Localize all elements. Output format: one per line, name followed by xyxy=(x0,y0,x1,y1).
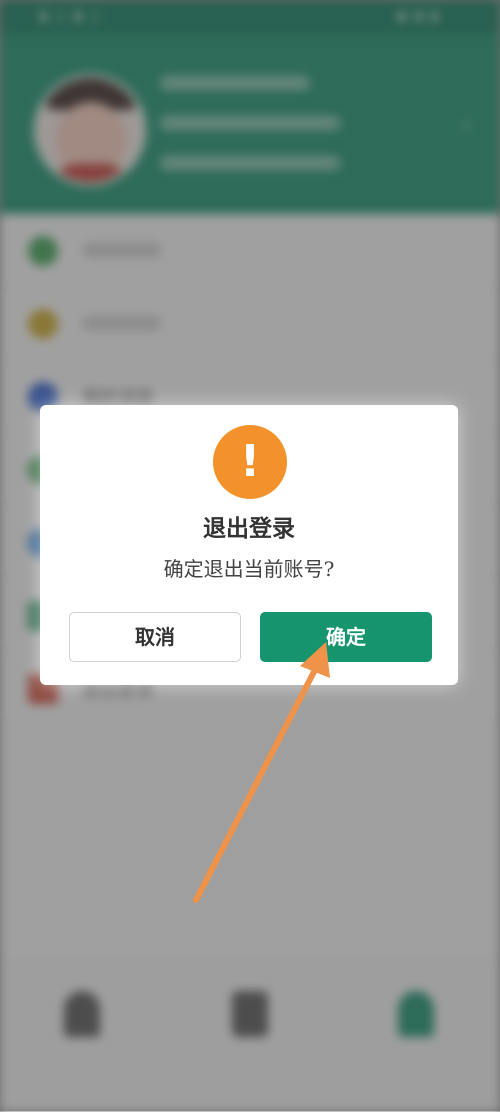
confirm-button[interactable]: 确定 xyxy=(260,612,432,662)
dialog-title: 退出登录 xyxy=(203,515,295,542)
cancel-button[interactable]: 取消 xyxy=(69,612,241,662)
logout-dialog: ! 退出登录 确定退出当前账号? 取消 确定 xyxy=(40,405,458,685)
exclamation-icon: ! xyxy=(213,425,287,499)
dialog-message: 确定退出当前账号? xyxy=(163,557,335,581)
